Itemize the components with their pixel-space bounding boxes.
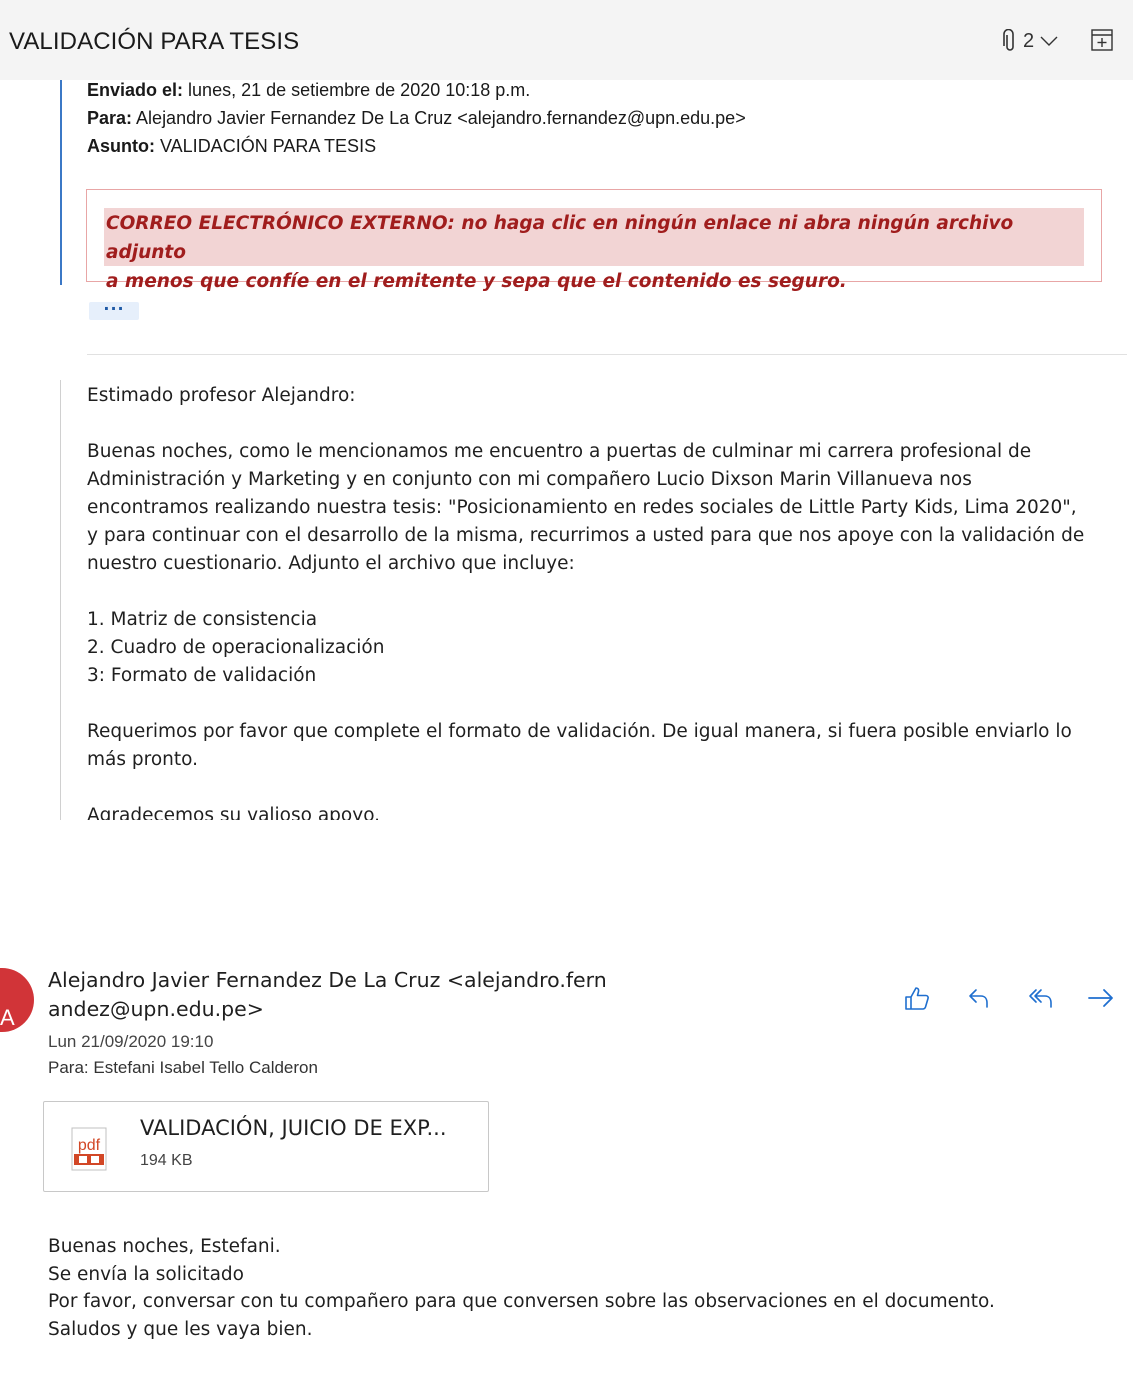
body-line: Buenas noches, como le mencionamos me en… (87, 441, 1032, 462)
sender-line-2: andez@upn.edu.pe> (48, 997, 264, 1021)
closing-line: Agradecemos su valioso apoyo. (87, 805, 381, 820)
paperclip-icon (1003, 29, 1017, 53)
forward-icon[interactable] (1086, 983, 1116, 1013)
chevron-down-icon[interactable] (1040, 35, 1058, 47)
expand-icon[interactable] (1091, 29, 1113, 55)
to-value: Alejandro Javier Fernandez De La Cruz <a… (136, 108, 746, 128)
sent-value: lunes, 21 de setiembre de 2020 10:18 p.m… (188, 80, 531, 100)
show-more-button[interactable]: ··· (89, 301, 139, 320)
body-line: Se envía la solicitado (48, 1263, 244, 1285)
warning-text: CORREO ELECTRÓNICO EXTERNO: no haga clic… (106, 209, 1084, 296)
subject-value: VALIDACIÓN PARA TESIS (160, 136, 377, 156)
body-line: Saludos y que les vaya bien. (48, 1318, 313, 1340)
warning-highlight: CORREO ELECTRÓNICO EXTERNO: no haga clic… (104, 208, 1084, 292)
reply-body: Buenas noches, Estefani. Se envía la sol… (48, 1233, 995, 1343)
sender[interactable]: Alejandro Javier Fernandez De La Cruz <a… (48, 966, 607, 1024)
reply-icon[interactable] (964, 983, 994, 1013)
body-line: más pronto. (87, 749, 198, 770)
body-line: Requerimos por favor que complete el for… (87, 721, 1072, 742)
quote-bar (60, 80, 62, 285)
body-line: encontramos realizando nuestra tesis: "P… (87, 497, 1077, 518)
to-label: Para: (87, 108, 133, 128)
like-icon[interactable] (902, 983, 932, 1013)
list-item: 3: Formato de validación (87, 665, 317, 686)
body-line: nuestro cuestionario. Adjunto el archivo… (87, 553, 575, 574)
external-email-warning: CORREO ELECTRÓNICO EXTERNO: no haga clic… (86, 189, 1102, 292)
avatar-initial: A (0, 1005, 15, 1030)
warning-line-2: a menos que confíe en el remitente y sep… (106, 271, 847, 292)
attachment-indicator[interactable]: 2 (1003, 29, 1058, 53)
quoted-body: Estimado profesor Alejandro: Buenas noch… (87, 382, 1117, 820)
quoted-body-clip: Estimado profesor Alejandro: Buenas noch… (0, 380, 1133, 820)
warning-line-1: CORREO ELECTRÓNICO EXTERNO: no haga clic… (106, 213, 1014, 263)
avatar[interactable]: A (0, 968, 34, 1032)
message-date: Lun 21/09/2020 19:10 (48, 1032, 214, 1051)
sent-row: Enviado el: lunes, 21 de setiembre de 20… (87, 80, 530, 101)
list-item: 2. Cuadro de operacionalización (87, 637, 385, 658)
attachment-size: 194 KB (140, 1152, 193, 1169)
email-subject: VALIDACIÓN PARA TESIS (9, 28, 300, 55)
body-line: Buenas noches, Estefani. (48, 1236, 281, 1257)
body-line: Por favor, conversar con tu compañero pa… (48, 1291, 995, 1312)
attachment-card[interactable]: pdf VALIDACIÓN, JUICIO DE EXP... 194 KB (43, 1101, 489, 1192)
attachment-name: VALIDACIÓN, JUICIO DE EXP... (140, 1116, 447, 1140)
body-line: Administración y Marketing y en conjunto… (87, 469, 972, 490)
list-item: 1. Matriz de consistencia (87, 609, 318, 630)
to-row: Para: Alejandro Javier Fernandez De La C… (87, 108, 746, 129)
divider (87, 354, 1127, 355)
reply-all-icon[interactable] (1026, 983, 1056, 1013)
subject-label: Asunto: (87, 136, 155, 156)
recipients: Para: Estefani Isabel Tello Calderon (48, 1058, 318, 1077)
subject-row: Asunto: VALIDACIÓN PARA TESIS (87, 136, 376, 157)
greeting: Estimado profesor Alejandro: (87, 385, 356, 406)
body-line: y para continuar con el desarrollo de la… (87, 525, 1085, 546)
attachment-count: 2 (1023, 29, 1035, 52)
pdf-label: pdf (78, 1137, 101, 1154)
sender-line-1: Alejandro Javier Fernandez De La Cruz <a… (48, 968, 607, 992)
pdf-icon: pdf (68, 1126, 110, 1176)
sent-label: Enviado el: (87, 80, 184, 100)
